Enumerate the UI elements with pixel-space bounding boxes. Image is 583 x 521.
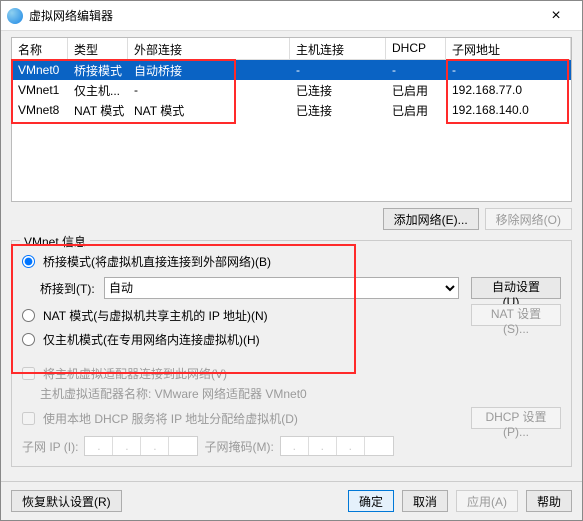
- chk-host-adapter-label: 将主机虚拟适配器连接到此网络(V): [43, 365, 227, 382]
- radio-nat[interactable]: [22, 309, 35, 322]
- window-title: 虚拟网络编辑器: [29, 7, 536, 24]
- col-ext[interactable]: 外部连接: [128, 38, 290, 59]
- col-host[interactable]: 主机连接: [290, 38, 386, 59]
- help-button[interactable]: 帮助: [526, 490, 572, 512]
- table-row[interactable]: VMnet8 NAT 模式 NAT 模式 已连接 已启用 192.168.140…: [12, 100, 571, 120]
- remove-network-button: 移除网络(O): [485, 208, 572, 230]
- table-header: 名称 类型 外部连接 主机连接 DHCP 子网地址: [12, 38, 571, 60]
- subnet-mask-input: ...: [280, 436, 394, 456]
- auto-set-button[interactable]: 自动设置(U)...: [471, 277, 561, 299]
- vmnet-info-group: VMnet 信息 桥接模式(将虚拟机直接连接到外部网络)(B) 桥接到(T): …: [11, 240, 572, 467]
- apply-button: 应用(A): [456, 490, 518, 512]
- col-subnet[interactable]: 子网地址: [446, 38, 571, 59]
- chk-host-adapter: [22, 367, 35, 380]
- subnet-mask-label: 子网掩码(M):: [204, 438, 273, 455]
- radio-nat-label: NAT 模式(与虚拟机共享主机的 IP 地址)(N): [43, 307, 268, 324]
- col-name[interactable]: 名称: [12, 38, 68, 59]
- restore-defaults-button[interactable]: 恢复默认设置(R): [11, 490, 122, 512]
- bridge-to-label: 桥接到(T):: [40, 280, 98, 297]
- network-table: 名称 类型 外部连接 主机连接 DHCP 子网地址 VMnet0 桥接模式 自动…: [11, 37, 572, 202]
- nat-set-button: NAT 设置(S)...: [471, 304, 561, 326]
- host-adapter-name: 主机虚拟适配器名称: VMware 网络适配器 VMnet0: [40, 385, 561, 402]
- add-network-button[interactable]: 添加网络(E)...: [383, 208, 479, 230]
- ok-button[interactable]: 确定: [348, 490, 394, 512]
- subnet-ip-input: ...: [84, 436, 198, 456]
- cancel-button[interactable]: 取消: [402, 490, 448, 512]
- table-row[interactable]: VMnet1 仅主机... - 已连接 已启用 192.168.77.0: [12, 80, 571, 100]
- dhcp-set-button: DHCP 设置(P)...: [471, 407, 561, 429]
- table-row[interactable]: VMnet0 桥接模式 自动桥接 - - -: [12, 60, 571, 80]
- chk-dhcp-label: 使用本地 DHCP 服务将 IP 地址分配给虚拟机(D): [43, 410, 298, 427]
- subnet-ip-label: 子网 IP (I):: [22, 438, 78, 455]
- chk-dhcp: [22, 412, 35, 425]
- radio-bridge-label: 桥接模式(将虚拟机直接连接到外部网络)(B): [43, 253, 271, 270]
- radio-hostonly-label: 仅主机模式(在专用网络内连接虚拟机)(H): [43, 331, 260, 348]
- col-type[interactable]: 类型: [68, 38, 128, 59]
- radio-hostonly[interactable]: [22, 333, 35, 346]
- app-icon: [7, 8, 23, 24]
- radio-bridge[interactable]: [22, 255, 35, 268]
- col-dhcp[interactable]: DHCP: [386, 38, 446, 59]
- group-legend: VMnet 信息: [20, 233, 90, 250]
- bridge-to-select[interactable]: 自动: [104, 277, 459, 299]
- close-icon[interactable]: ×: [536, 7, 576, 25]
